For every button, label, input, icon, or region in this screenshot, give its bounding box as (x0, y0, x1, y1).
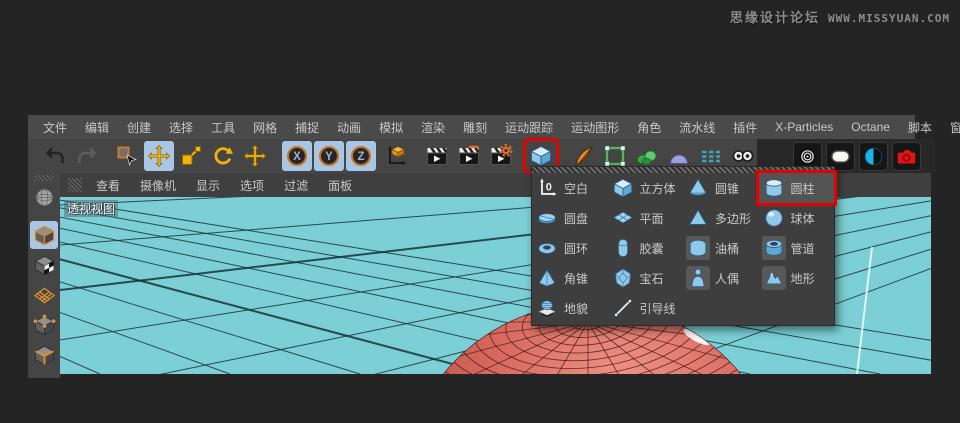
primitive-gem[interactable]: 宝石 (608, 263, 684, 293)
live-selection-button[interactable] (112, 141, 142, 171)
coordinate-system-button[interactable] (378, 141, 412, 171)
menu-create[interactable]: 创建 (118, 119, 160, 136)
model-mode-button[interactable] (30, 221, 58, 249)
cinema4d-window: 思缘设计论坛 WWW.MISSYUAN.COM 文件 编辑 创建 选择 工具 网… (0, 0, 960, 423)
menu-simulate[interactable]: 模拟 (370, 119, 412, 136)
menu-character[interactable]: 角色 (628, 119, 670, 136)
menu-file[interactable]: 文件 (34, 119, 76, 136)
red-camera-icon[interactable] (892, 141, 921, 171)
figure-icon (686, 266, 710, 290)
relief-icon (535, 296, 559, 320)
menu-snap[interactable]: 捕捉 (286, 119, 328, 136)
svg-text:Z: Z (357, 151, 364, 163)
primitive-cube[interactable]: 立方体 (608, 173, 684, 203)
contrast-sphere-icon[interactable] (859, 141, 888, 171)
landscape-icon (761, 266, 786, 290)
sidebar-grip[interactable] (34, 175, 54, 181)
gem-icon (611, 266, 635, 290)
menu-select[interactable]: 选择 (160, 119, 202, 136)
menu-sculpt[interactable]: 雕刻 (454, 119, 496, 136)
render-view-button[interactable] (422, 141, 452, 171)
axis-globe-button[interactable] (30, 183, 58, 211)
menu-mesh[interactable]: 网格 (244, 119, 286, 136)
menu-window[interactable]: 窗口 (941, 119, 960, 136)
menu-motion-tracker[interactable]: 运动跟踪 (496, 119, 562, 136)
cone-icon (686, 176, 710, 200)
watermark-site-url: WWW.MISSYUAN.COM (828, 12, 950, 25)
menu-edit[interactable]: 编辑 (76, 119, 118, 136)
primitive-landscape[interactable]: 地形 (759, 263, 835, 293)
z-axis-button[interactable]: Z (346, 141, 376, 171)
last-tool-button[interactable] (240, 141, 270, 171)
null-icon: 0 (535, 176, 559, 200)
vmenu-cameras[interactable]: 摄像机 (130, 177, 186, 194)
primitive-sphere[interactable]: 球体 (759, 203, 835, 233)
oiltank-icon (686, 236, 710, 260)
vmenu-panel[interactable]: 面板 (318, 177, 362, 194)
torus-icon (535, 236, 559, 260)
disc-icon (535, 206, 559, 230)
vmenu-filter[interactable]: 过滤 (274, 177, 318, 194)
move-tool-button[interactable] (144, 141, 174, 171)
viewport-label: 透视视图 (64, 200, 119, 217)
primitive-cone[interactable]: 圆锥 (683, 173, 759, 203)
main-menu-bar: 文件 编辑 创建 选择 工具 网格 捕捉 动画 模拟 渲染 雕刻 运动跟踪 运动… (28, 115, 960, 139)
x-axis-button[interactable]: X (282, 141, 312, 171)
cylinder-icon (762, 176, 786, 200)
menu-render[interactable]: 渲染 (412, 119, 454, 136)
primitive-pyramid[interactable]: 角锥 (532, 263, 608, 293)
svg-text:X: X (293, 151, 301, 163)
primitive-capsule[interactable]: 胶囊 (608, 233, 684, 263)
menu-xparticles[interactable]: X-Particles (766, 120, 842, 134)
redo-button[interactable] (72, 141, 102, 171)
watermark: 思缘设计论坛 WWW.MISSYUAN.COM (730, 7, 950, 26)
points-mode-button[interactable] (30, 311, 58, 339)
workplane-mode-button[interactable] (30, 281, 58, 309)
plane-icon (611, 206, 635, 230)
tube-icon (761, 236, 786, 260)
edges-mode-button[interactable] (30, 341, 58, 369)
undo-button[interactable] (40, 141, 70, 171)
vmenu-display[interactable]: 显示 (186, 177, 230, 194)
primitive-torus[interactable]: 圆环 (532, 233, 608, 263)
primitive-disc[interactable]: 圆盘 (532, 203, 608, 233)
primitive-plane[interactable]: 平面 (608, 203, 684, 233)
primitive-figure[interactable]: 人偶 (683, 263, 759, 293)
cube-icon (611, 176, 635, 200)
primitives-dropdown: 0 空白 立方体 圆锥 圆柱 圆盘 平面 多边形 球体 圆环 胶囊 油桶 管道 角… (531, 166, 835, 326)
guide-icon (611, 296, 635, 320)
menu-script[interactable]: 脚本 (899, 119, 941, 136)
scale-tool-button[interactable] (176, 141, 206, 171)
primitive-polygon[interactable]: 多边形 (683, 203, 759, 233)
menu-pipeline[interactable]: 流水线 (670, 119, 724, 136)
vmenu-view[interactable]: 查看 (86, 177, 130, 194)
vmenu-options[interactable]: 选项 (230, 177, 274, 194)
primitive-guide[interactable]: 引导线 (608, 293, 684, 323)
menu-octane[interactable]: Octane (842, 120, 899, 134)
watermark-site-name: 思缘设计论坛 (730, 10, 821, 25)
primitive-tube[interactable]: 管道 (759, 233, 835, 263)
capsule-icon (611, 236, 635, 260)
menu-tools[interactable]: 工具 (202, 119, 244, 136)
primitive-cylinder[interactable]: 圆柱 (758, 173, 834, 203)
texture-mode-button[interactable] (30, 251, 58, 279)
menu-mograph[interactable]: 运动图形 (562, 119, 628, 136)
svg-text:Y: Y (325, 151, 333, 163)
primitive-null[interactable]: 0 空白 (532, 173, 608, 203)
primitive-relief[interactable]: 地貌 (532, 293, 608, 323)
menu-plugins[interactable]: 插件 (724, 119, 766, 136)
rotate-tool-button[interactable] (208, 141, 238, 171)
pyramid-icon (535, 266, 559, 290)
render-region-button[interactable] (454, 141, 484, 171)
polygon-icon (686, 206, 710, 230)
mode-sidebar (28, 173, 60, 378)
sphere-icon (762, 206, 786, 230)
y-axis-button[interactable]: Y (314, 141, 344, 171)
menu-animate[interactable]: 动画 (328, 119, 370, 136)
primitives-grid: 0 空白 立方体 圆锥 圆柱 圆盘 平面 多边形 球体 圆环 胶囊 油桶 管道 角… (532, 173, 834, 325)
svg-text:0: 0 (546, 181, 552, 193)
viewport-menu-grip[interactable] (68, 178, 82, 192)
primitive-oiltank[interactable]: 油桶 (683, 233, 759, 263)
render-settings-button[interactable] (486, 141, 516, 171)
